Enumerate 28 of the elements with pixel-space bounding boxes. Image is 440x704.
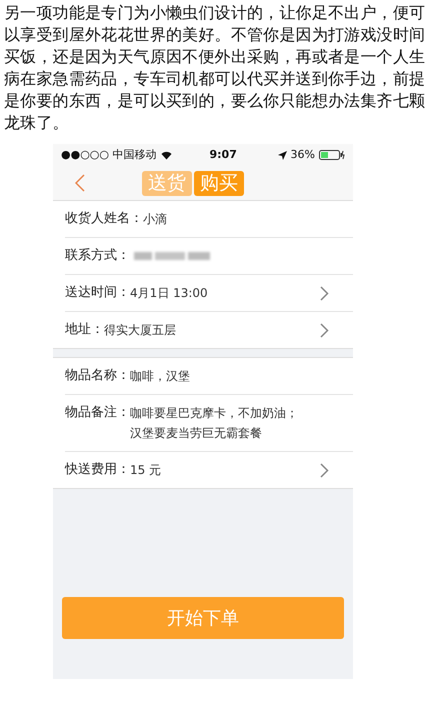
- article-paragraph: 另一项功能是专门为小懒虫们设计的，让你足不出户，便可以享受到屋外花花世界的美好。不管你是因为打游戏没时间买饭，还是因为天气原因不便外出采购，再或者是一个人生病在家急需药品，专车司机都可以代买并送到你手边，前提是你要的东西，是可以买到的，要么你只能想办法集齐七颗龙珠了。: [3, 2, 426, 134]
- chevron-right-icon: [320, 323, 329, 338]
- tab[interactable]: 购买: [194, 170, 244, 196]
- chevron-right-icon: [320, 463, 329, 478]
- field-label: 收货人姓名：: [65, 210, 143, 228]
- field-value: 15 元: [130, 462, 162, 479]
- clock-text: 9:07: [210, 146, 237, 163]
- field-label: 物品备注：: [65, 404, 130, 422]
- field-value: 咖啡，汉堡: [130, 368, 191, 385]
- place-order-button[interactable]: 开始下单: [62, 597, 344, 639]
- field-label: 物品名称：: [65, 367, 130, 385]
- field-value: 汉堡要麦当劳巨无霸套餐: [130, 425, 263, 442]
- carrier-text: ●●○○○ 中国移动: [61, 146, 156, 163]
- chevron-right-icon: [320, 286, 329, 301]
- battery-text: 36%: [290, 146, 315, 163]
- back-icon[interactable]: [75, 174, 85, 192]
- field-value: 咖啡要星巴克摩卡，不加奶油；: [130, 405, 299, 422]
- location-arrow-icon: [278, 150, 287, 160]
- field-label: 快送费用：: [65, 461, 130, 479]
- field-value: 4月1日 13:00: [130, 285, 209, 302]
- field-label: 地址：: [65, 321, 104, 339]
- field-value: 小滴: [143, 211, 168, 228]
- field-value: 得实大厦五层: [104, 322, 177, 339]
- battery-icon: [319, 150, 345, 160]
- field-label: 联系方式：: [65, 247, 130, 265]
- tab[interactable]: 送货: [142, 170, 192, 196]
- wifi-icon: [160, 150, 172, 160]
- field-label: 送达时间：: [65, 284, 130, 302]
